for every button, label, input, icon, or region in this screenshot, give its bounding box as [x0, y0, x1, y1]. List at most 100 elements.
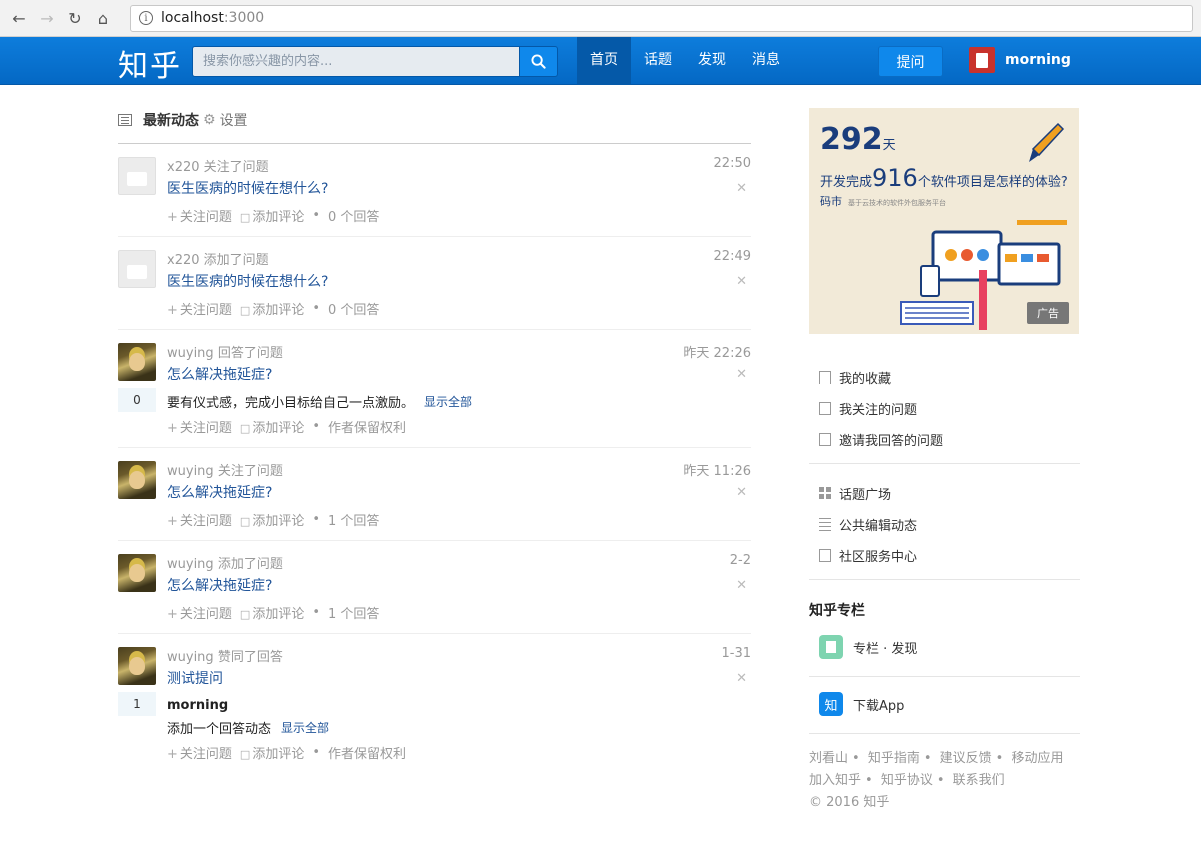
footer-link[interactable]: 知乎指南: [868, 751, 920, 766]
nav-topics[interactable]: 话题: [631, 37, 685, 85]
ad-line-post: 个软件项目是怎样的体验?: [917, 175, 1068, 190]
ad-banner[interactable]: 292天 开发完成916个软件项目是怎样的体验? 码市 基于云技术的软件外包服务平…: [809, 108, 1079, 334]
add-comment-button[interactable]: □ 添加评论: [240, 743, 304, 762]
answer-count[interactable]: 1 个回答: [328, 510, 379, 529]
ad-line-num: 916: [872, 164, 918, 192]
search-button[interactable]: [519, 46, 558, 77]
follow-question-button[interactable]: + 关注问题: [167, 743, 232, 762]
info-icon[interactable]: i: [139, 11, 153, 25]
nav-messages[interactable]: 消息: [739, 37, 793, 85]
add-comment-button[interactable]: □ 添加评论: [240, 206, 304, 225]
bullet: •: [312, 511, 321, 527]
close-icon[interactable]: ✕: [736, 181, 747, 200]
home-icon[interactable]: ⌂: [92, 7, 114, 29]
sidebar-item-topic-square[interactable]: 话题广场: [809, 478, 1080, 509]
site-logo[interactable]: 知乎: [118, 41, 182, 85]
avatar[interactable]: [118, 343, 156, 381]
user-name[interactable]: morning: [1005, 52, 1071, 68]
reload-icon[interactable]: ↻: [64, 7, 86, 29]
top-nav: 首页 话题 发现 消息: [577, 37, 793, 85]
bullet: •: [312, 418, 321, 434]
footer-link[interactable]: 加入知乎: [809, 773, 861, 788]
follow-question-button[interactable]: + 关注问题: [167, 510, 232, 529]
gear-icon[interactable]: ⚙: [203, 112, 216, 128]
follow-question-button[interactable]: + 关注问题: [167, 417, 232, 436]
search-box: [192, 46, 558, 77]
ask-button[interactable]: 提问: [878, 46, 943, 77]
download-app-link[interactable]: 知下载App: [809, 691, 1080, 717]
divider: [809, 676, 1080, 677]
avatar[interactable]: [118, 250, 156, 288]
close-icon[interactable]: ✕: [736, 274, 747, 293]
feed-user[interactable]: wuying: [167, 557, 214, 572]
ad-line-pre: 开发完成: [820, 175, 873, 190]
sidebar-item-favorites[interactable]: 我的收藏: [809, 362, 1080, 393]
address-bar[interactable]: i localhost:3000: [130, 4, 1193, 32]
follow-question-button[interactable]: + 关注问题: [167, 206, 232, 225]
bullet: •: [312, 300, 321, 316]
feed-user[interactable]: wuying: [167, 464, 214, 479]
nav-home[interactable]: 首页: [577, 37, 631, 85]
add-comment-button[interactable]: □ 添加评论: [240, 299, 304, 318]
user-menu[interactable]: morning: [969, 47, 1071, 73]
answer-count[interactable]: 0 个回答: [328, 299, 379, 318]
feed-user[interactable]: wuying: [167, 346, 214, 361]
question-link[interactable]: 怎么解决拖延症?: [167, 364, 272, 386]
sidebar-item-service-center[interactable]: 社区服务中心: [809, 540, 1080, 571]
close-icon[interactable]: ✕: [736, 671, 747, 690]
question-link[interactable]: 怎么解决拖延症?: [167, 482, 272, 504]
feed-user[interactable]: wuying: [167, 650, 214, 665]
feed-action: 添加了问题: [217, 557, 283, 572]
sidebar-item-followed-questions[interactable]: 我关注的问题: [809, 393, 1080, 424]
answer-summary[interactable]: 添加一个回答动态: [167, 718, 271, 737]
avatar[interactable]: [969, 47, 995, 73]
feed-user[interactable]: x220: [167, 160, 200, 175]
question-link[interactable]: 怎么解决拖延症?: [167, 575, 272, 597]
avatar[interactable]: [118, 554, 156, 592]
sidebar-item-public-edits[interactable]: 公共编辑动态: [809, 509, 1080, 540]
question-link[interactable]: 测试提问: [167, 668, 223, 690]
footer-link[interactable]: 建议反馈: [940, 751, 992, 766]
question-link[interactable]: 医生医病的时候在想什么?: [167, 178, 328, 200]
close-icon[interactable]: ✕: [736, 485, 747, 504]
address-host: localhost: [161, 10, 224, 26]
back-icon[interactable]: ←: [8, 7, 30, 29]
answer-count[interactable]: 0 个回答: [328, 206, 379, 225]
add-comment-button[interactable]: □ 添加评论: [240, 603, 304, 622]
footer-link[interactable]: 刘看山: [809, 751, 848, 766]
show-all-link[interactable]: 显示全部: [424, 393, 472, 410]
nav-explore[interactable]: 发现: [685, 37, 739, 85]
follow-question-button[interactable]: + 关注问题: [167, 299, 232, 318]
close-icon[interactable]: ✕: [736, 367, 747, 386]
bullet: •: [312, 604, 321, 620]
footer-link[interactable]: 知乎协议: [881, 773, 933, 788]
feed-time: 1-31: [721, 646, 751, 661]
answer-summary[interactable]: 要有仪式感，完成小目标给自己一点激励。: [167, 392, 414, 411]
feed-user[interactable]: x220: [167, 253, 200, 268]
follow-question-button[interactable]: + 关注问题: [167, 603, 232, 622]
footer-link[interactable]: 联系我们: [953, 773, 1005, 788]
avatar[interactable]: [118, 647, 156, 685]
search-input[interactable]: [192, 46, 519, 77]
add-comment-button[interactable]: □ 添加评论: [240, 510, 304, 529]
vote-count[interactable]: 1: [118, 692, 156, 716]
question-link[interactable]: 医生医病的时候在想什么?: [167, 271, 328, 293]
avatar[interactable]: [118, 461, 156, 499]
vote-count[interactable]: 0: [118, 388, 156, 412]
answer-author[interactable]: morning: [167, 698, 228, 713]
show-all-link[interactable]: 显示全部: [281, 719, 329, 736]
feed: 最新动态 ⚙ 设置 x220 关注了问题 22:50 医生医病的时候在想什么? ✕ …: [118, 108, 751, 773]
add-comment-button[interactable]: □ 添加评论: [240, 417, 304, 436]
sidebar-item-invitations[interactable]: 邀请我回答的问题: [809, 424, 1080, 455]
close-icon[interactable]: ✕: [736, 578, 747, 597]
search-icon: [531, 54, 546, 69]
column-discover-link[interactable]: 专栏 · 发现: [809, 634, 1080, 660]
sidebar-group-personal: 我的收藏 我关注的问题 邀请我回答的问题: [809, 362, 1080, 464]
footer-link[interactable]: 移动应用: [1011, 751, 1063, 766]
pen-icon: [1029, 122, 1065, 162]
avatar[interactable]: [118, 157, 156, 195]
forward-icon[interactable]: →: [36, 7, 58, 29]
column-section-title: 知乎专栏: [809, 603, 865, 619]
feed-settings-link[interactable]: 设置: [220, 110, 248, 130]
answer-count[interactable]: 1 个回答: [328, 603, 379, 622]
